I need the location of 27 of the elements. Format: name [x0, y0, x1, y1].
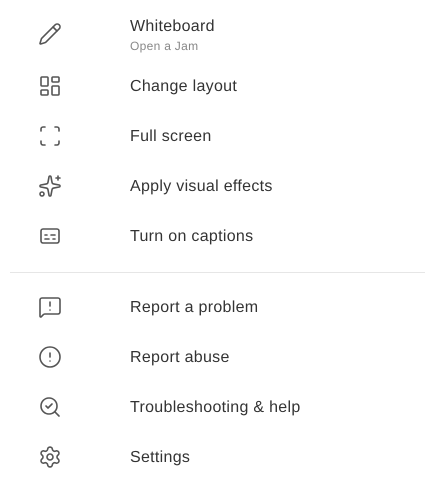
menu-item-label: Change layout	[130, 78, 238, 96]
menu-item-label: Full screen	[130, 128, 212, 146]
menu-item[interactable]: Full screen	[0, 112, 425, 162]
sparkles-icon	[38, 174, 62, 198]
menu-item-label: Report a problem	[130, 299, 258, 317]
layout-icon	[38, 74, 62, 98]
menu-item[interactable]: Apply visual effects	[0, 162, 425, 212]
menu-item-label: Settings	[130, 449, 190, 467]
menu-item-subtitle: Open a Jam	[130, 38, 200, 52]
menu-item-label: Turn on captions	[130, 228, 254, 246]
menu-item[interactable]: Change layout	[0, 62, 425, 112]
menu-item-label: Apply visual effects	[130, 178, 273, 196]
menu-item[interactable]: Whiteboard Open a Jam	[0, 8, 425, 62]
alert-icon	[38, 345, 62, 369]
menu-item[interactable]: Troubleshooting & help	[0, 383, 425, 433]
feedback-icon	[38, 295, 62, 319]
menu-item-label: Whiteboard	[130, 18, 215, 36]
pencil-icon	[38, 22, 62, 46]
settings-icon	[38, 445, 62, 469]
menu-item-label: Report abuse	[130, 349, 230, 367]
menu-item[interactable]: Turn on captions	[0, 212, 425, 262]
full-screen-icon	[38, 124, 62, 148]
menu-item[interactable]: Settings	[0, 433, 425, 483]
magnifier-icon	[38, 395, 62, 419]
menu-item[interactable]: Report abuse	[0, 333, 425, 383]
menu-item[interactable]: Report a problem	[0, 283, 425, 333]
menu-item-label: Troubleshooting & help	[130, 399, 301, 417]
